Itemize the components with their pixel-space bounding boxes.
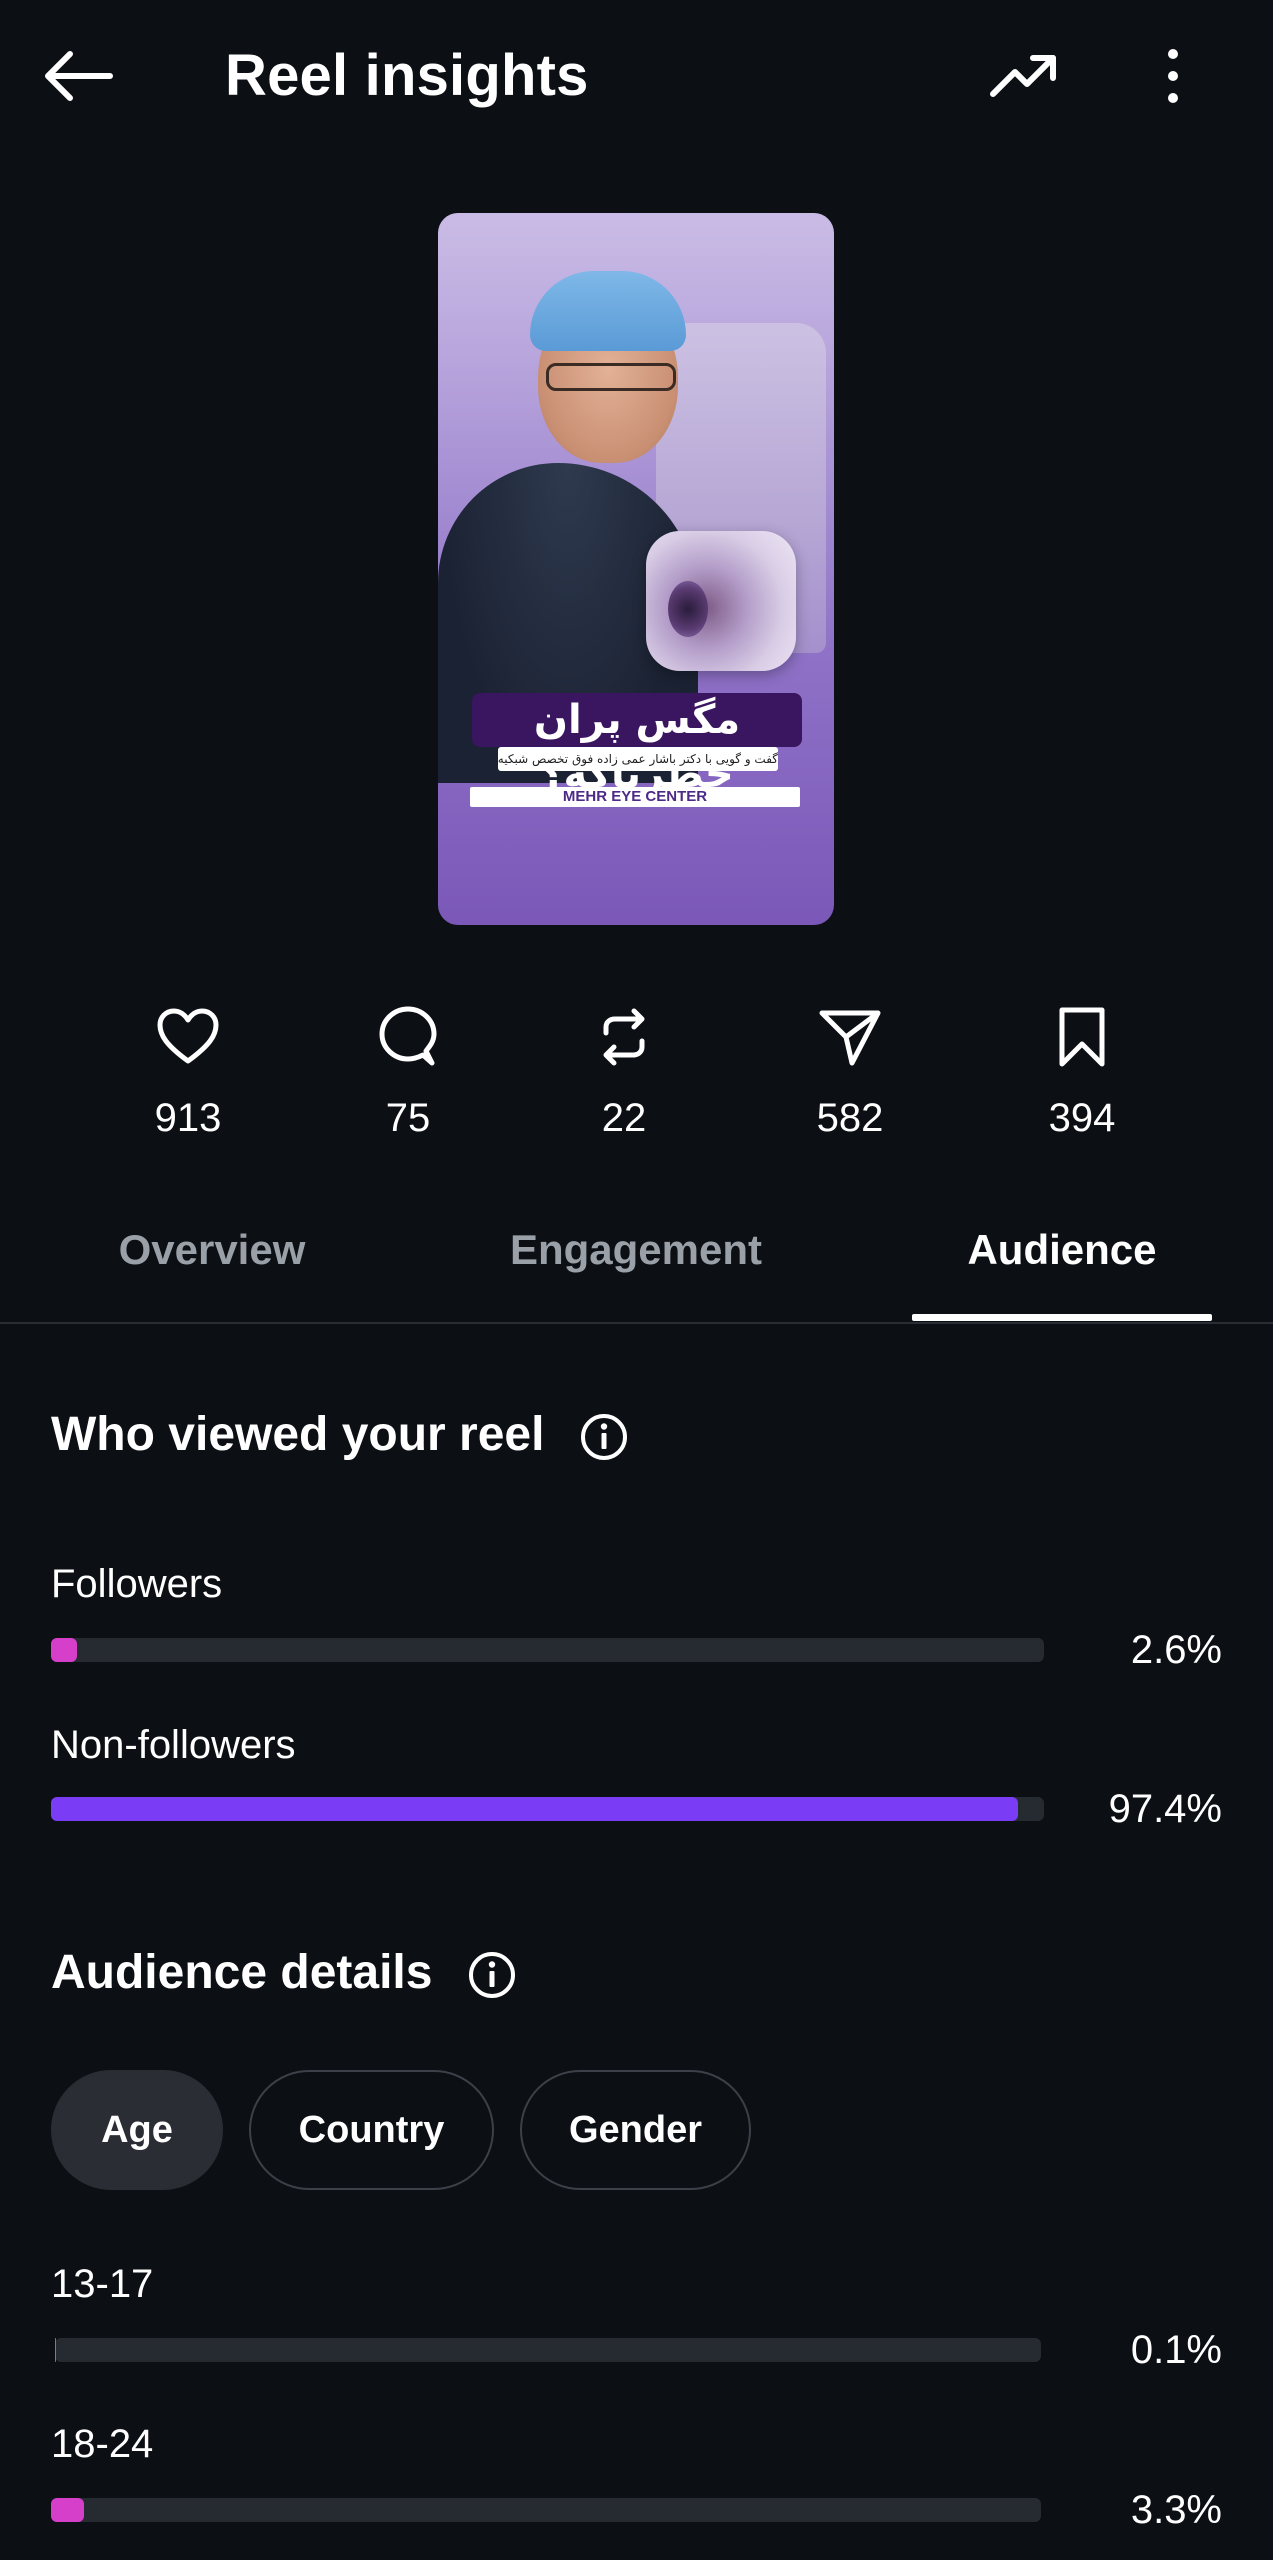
audience-details-title: Audience details (51, 1946, 433, 1999)
reel-thumbnail[interactable]: مگس پران خطرناکه؟ گفت و گویی با دکتر باش… (438, 213, 834, 925)
shares-count: 582 (816, 1096, 884, 1140)
age-13-17-percent: 0.1% (1130, 2328, 1222, 2372)
followers-percent: 2.6% (1130, 1628, 1222, 1672)
non-followers-percent: 97.4% (1108, 1787, 1222, 1831)
stat-shares[interactable]: 582 (770, 1000, 930, 1148)
stat-reposts[interactable]: 22 (544, 1000, 704, 1148)
tab-divider (0, 1322, 1273, 1324)
followers-label: Followers (51, 1562, 223, 1606)
reel-stats: 913 75 22 582 394 (0, 1000, 1273, 1160)
thumbnail-glasses (546, 363, 676, 391)
age-13-17-label: 13-17 (51, 2262, 154, 2306)
heart-icon (157, 1008, 219, 1064)
share-icon (819, 1010, 881, 1066)
more-options-button[interactable] (1138, 36, 1208, 116)
chip-age[interactable]: Age (51, 2070, 223, 2190)
non-followers-bar-track (51, 1797, 1044, 1821)
comments-count: 75 (385, 1096, 431, 1140)
trending-button[interactable] (980, 36, 1070, 116)
repost-icon (603, 1008, 645, 1066)
non-followers-bar-fill (51, 1797, 1019, 1821)
info-icon[interactable] (580, 1413, 628, 1461)
info-icon[interactable] (468, 1951, 516, 1999)
back-button[interactable] (40, 36, 136, 116)
likes-count: 913 (154, 1096, 222, 1140)
age-13-17-bar-track (55, 2338, 1041, 2362)
comment-icon (379, 1006, 437, 1066)
stat-likes[interactable]: 913 (108, 1000, 268, 1148)
age-18-24-bar-track (51, 2498, 1041, 2522)
saves-count: 394 (1048, 1096, 1116, 1140)
thumbnail-eye-image (646, 531, 796, 671)
thumbnail-subline: گفت و گویی با دکتر باشار عمی زاده فوق تخ… (498, 747, 778, 771)
followers-bar-track (51, 1638, 1044, 1662)
stat-comments[interactable]: 75 (328, 1000, 488, 1148)
age-18-24-label: 18-24 (51, 2422, 154, 2466)
chip-country[interactable]: Country (249, 2070, 494, 2190)
non-followers-label: Non-followers (51, 1723, 296, 1767)
stat-saves[interactable]: 394 (1002, 1000, 1162, 1148)
age-13-17-bar-fill (55, 2338, 56, 2362)
tab-engagement[interactable]: Engagement (486, 1210, 786, 1290)
audience-details-section: Audience details (51, 1938, 516, 2008)
thumbnail-brand: MEHR EYE CENTER (470, 787, 800, 807)
reposts-count: 22 (601, 1096, 647, 1140)
active-tab-indicator (912, 1314, 1212, 1321)
chip-gender[interactable]: Gender (520, 2070, 751, 2190)
thumbnail-headline: مگس پران خطرناکه؟ (472, 693, 802, 797)
age-18-24-bar-fill (51, 2498, 84, 2522)
trending-up-icon (990, 55, 1056, 97)
page-title: Reel insights (225, 43, 589, 108)
tab-overview[interactable]: Overview (62, 1210, 362, 1290)
more-vertical-icon (1168, 49, 1178, 103)
arrow-left-icon (45, 51, 113, 101)
tab-audience[interactable]: Audience (912, 1210, 1212, 1290)
age-18-24-percent: 3.3% (1130, 2488, 1222, 2532)
who-viewed-section: Who viewed your reel (51, 1400, 628, 1470)
followers-bar-fill (51, 1638, 77, 1662)
bookmark-icon (1059, 1007, 1105, 1067)
who-viewed-title: Who viewed your reel (51, 1408, 545, 1461)
